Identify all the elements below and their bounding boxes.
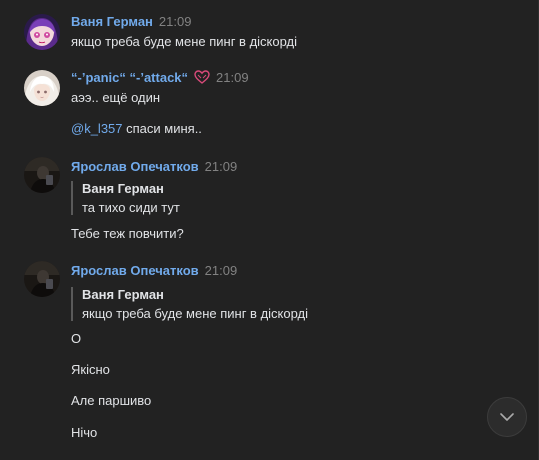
message-text: Тебе теж повчити?	[71, 226, 184, 241]
message-text: @k_l357 спаси миня..	[71, 121, 202, 137]
avatar[interactable]	[24, 70, 60, 106]
message-text: Нічо	[71, 425, 98, 440]
chat-history: Ваня Герман 21:09 якщо треба буде мене пи…	[0, 0, 539, 460]
message-header: “-’panic“ “-’attack“ 21:09	[71, 70, 249, 86]
dark-photo-avatar-icon	[24, 261, 60, 297]
quote-author: Ваня Герман	[82, 181, 164, 196]
message-text-fragment: спаси миня..	[122, 121, 202, 136]
reply-quote[interactable]: Ваня Герман якщо треба буде мене пинг в …	[71, 287, 308, 321]
reply-quote[interactable]: Ваня Герман та тихо сиди тут	[71, 181, 180, 215]
avatar[interactable]	[24, 157, 60, 193]
heart-ribbon-icon[interactable]	[194, 70, 210, 88]
dark-photo-avatar-icon	[24, 157, 60, 193]
message-text: якщо треба буде мене пинг в діскорді	[71, 34, 298, 49]
user-mention-link[interactable]: @k_l357	[71, 121, 123, 136]
anime-girl-avatar-icon	[24, 14, 60, 50]
quote-author: Ваня Герман	[82, 287, 164, 302]
avatar[interactable]	[24, 261, 60, 297]
quote-text: якщо треба буде мене пинг в діскорді	[82, 306, 309, 321]
message-header: Ярослав Опечатков 21:09	[71, 159, 237, 175]
message-author[interactable]: Ваня Герман	[71, 14, 153, 29]
white-hair-avatar-icon	[24, 70, 60, 106]
message-header: Ваня Герман 21:09	[71, 14, 191, 30]
message-time[interactable]: 21:09	[205, 263, 238, 278]
message-time[interactable]: 21:09	[159, 14, 192, 29]
message-time[interactable]: 21:09	[216, 70, 249, 85]
message-author[interactable]: “-’panic“ “-’attack“	[71, 70, 188, 85]
quote-text: та тихо сиди тут	[82, 200, 180, 215]
avatar[interactable]	[24, 14, 60, 50]
scroll-to-bottom-button[interactable]	[487, 397, 527, 437]
message-author[interactable]: Ярослав Опечатков	[71, 263, 199, 278]
message-time[interactable]: 21:09	[205, 159, 238, 174]
message-author[interactable]: Ярослав Опечатков	[71, 159, 199, 174]
message-text: О	[71, 331, 82, 346]
chevron-down-icon	[500, 408, 514, 426]
message-text: Але паршиво	[71, 393, 152, 408]
message-header: Ярослав Опечатков 21:09	[71, 263, 237, 279]
message-text: Якісно	[71, 362, 110, 377]
message-text: аээ.. ещё один	[71, 90, 161, 105]
